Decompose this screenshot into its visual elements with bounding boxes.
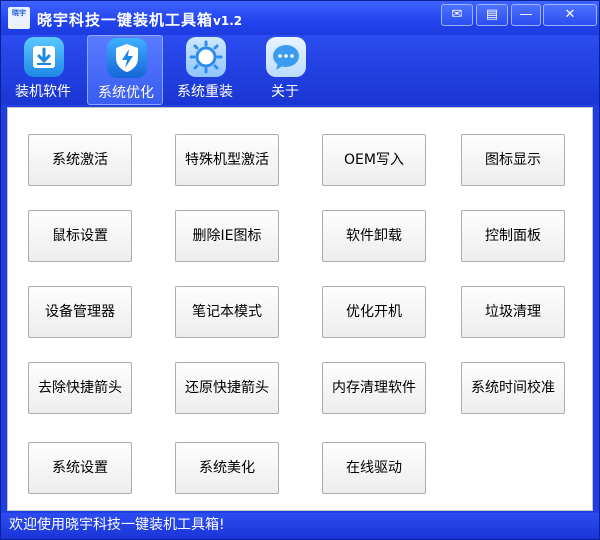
tab-label: 装机软件 bbox=[15, 84, 71, 100]
optimize-startup-button[interactable]: 优化开机 bbox=[322, 286, 426, 338]
close-icon: ✕ bbox=[564, 7, 576, 22]
notebook-mode-button[interactable]: 笔记本模式 bbox=[175, 286, 279, 338]
tab-install-software[interactable]: 装机软件 bbox=[5, 35, 81, 105]
close-button[interactable]: ✕ bbox=[543, 4, 597, 26]
special-model-activate-button[interactable]: 特殊机型激活 bbox=[175, 134, 279, 186]
version-label: v1.2 bbox=[213, 14, 243, 28]
control-panel-button[interactable]: 控制面板 bbox=[461, 210, 565, 262]
menu-icon: ▤ bbox=[485, 7, 499, 22]
window-title: 晓宇科技一键装机工具箱v1.2 bbox=[37, 9, 242, 30]
title-bar[interactable]: 晓宇 晓宇科技一键装机工具箱v1.2 ✉ ▤ — ✕ bbox=[1, 1, 599, 35]
delete-ie-icon-button[interactable]: 删除IE图标 bbox=[175, 210, 279, 262]
tab-system-reinstall[interactable]: 系统重装 bbox=[167, 35, 243, 105]
status-bar: 欢迎使用晓宇科技一键装机工具箱! bbox=[1, 513, 599, 539]
junk-cleanup-button[interactable]: 垃圾清理 bbox=[461, 286, 565, 338]
system-beautify-button[interactable]: 系统美化 bbox=[175, 442, 279, 494]
tab-system-optimize[interactable]: 系统优化 bbox=[87, 35, 163, 105]
tab-label: 系统重装 bbox=[177, 84, 233, 100]
system-activate-button[interactable]: 系统激活 bbox=[28, 134, 132, 186]
icon-display-button[interactable]: 图标显示 bbox=[461, 134, 565, 186]
chat-icon: ✉ bbox=[451, 7, 463, 22]
memory-cleanup-button[interactable]: 内存清理软件 bbox=[322, 362, 426, 414]
toolbar: 装机软件 系统优化 系统重装 关于 bbox=[1, 35, 599, 105]
tab-about[interactable]: 关于 bbox=[247, 35, 323, 105]
window-title-text: 晓宇科技一键装机工具箱 bbox=[37, 11, 214, 29]
menu-button[interactable]: ▤ bbox=[476, 4, 508, 26]
time-sync-button[interactable]: 系统时间校准 bbox=[461, 362, 565, 414]
tab-label: 关于 bbox=[271, 84, 299, 100]
shield-lightning-icon bbox=[107, 38, 147, 78]
download-icon bbox=[24, 37, 64, 77]
optimize-panel: 系统激活 特殊机型激活 OEM写入 图标显示 鼠标设置 删除IE图标 软件卸载 … bbox=[7, 107, 593, 511]
chat-bubble-icon bbox=[266, 37, 306, 77]
skin-button[interactable]: ✉ bbox=[441, 4, 473, 26]
app-window: 晓宇 晓宇科技一键装机工具箱v1.2 ✉ ▤ — ✕ 装机软件 系统优化 系统重… bbox=[0, 0, 600, 540]
restore-shortcut-arrow-button[interactable]: 还原快捷箭头 bbox=[175, 362, 279, 414]
online-driver-button[interactable]: 在线驱动 bbox=[322, 442, 426, 494]
gear-sun-icon bbox=[186, 37, 226, 77]
remove-shortcut-arrow-button[interactable]: 去除快捷箭头 bbox=[28, 362, 132, 414]
mouse-settings-button[interactable]: 鼠标设置 bbox=[28, 210, 132, 262]
minimize-button[interactable]: — bbox=[511, 4, 541, 26]
tab-label: 系统优化 bbox=[98, 85, 154, 101]
app-logo-icon: 晓宇 bbox=[8, 7, 30, 29]
status-text: 欢迎使用晓宇科技一键装机工具箱! bbox=[9, 517, 225, 533]
device-manager-button[interactable]: 设备管理器 bbox=[28, 286, 132, 338]
minimize-icon: — bbox=[519, 7, 533, 22]
oem-write-button[interactable]: OEM写入 bbox=[322, 134, 426, 186]
uninstall-software-button[interactable]: 软件卸载 bbox=[322, 210, 426, 262]
system-settings-button[interactable]: 系统设置 bbox=[28, 442, 132, 494]
